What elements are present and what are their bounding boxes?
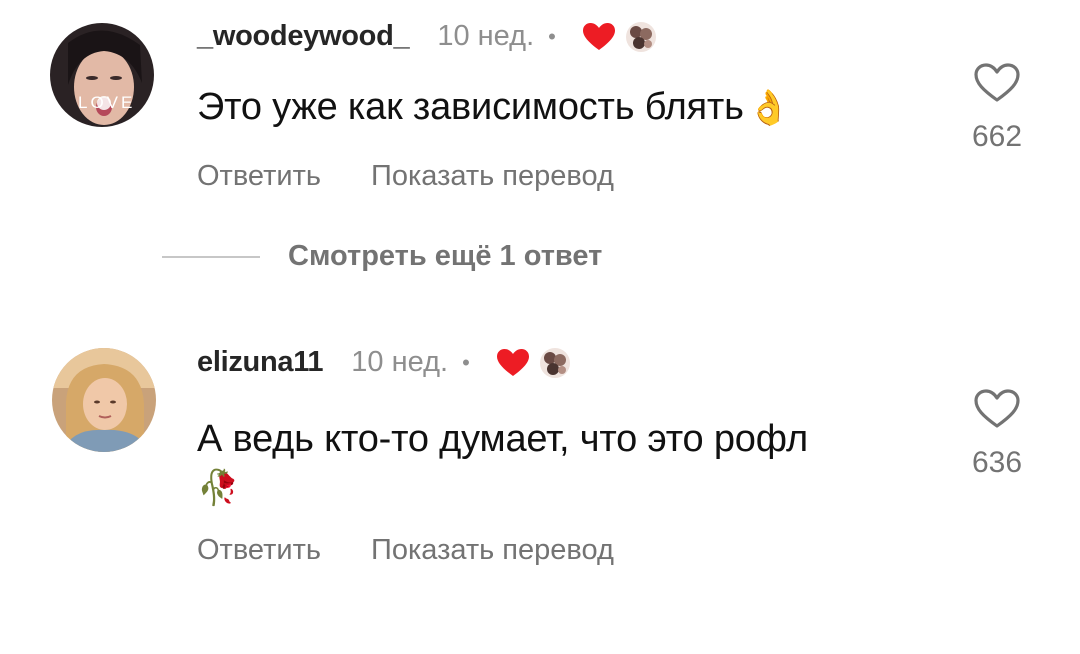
avatar[interactable]: LOVE [50, 23, 154, 127]
view-more-replies-label[interactable]: Смотреть ещё 1 ответ [288, 240, 602, 273]
like-column: 636 [952, 388, 1042, 480]
author-mini-avatar [539, 347, 570, 378]
timestamp: 10 нед. [437, 20, 535, 52]
like-heart-icon[interactable] [952, 388, 1042, 430]
view-more-replies[interactable]: Смотреть ещё 1 ответ [162, 240, 602, 273]
comment-body: Это уже как зависимость блять [197, 86, 744, 128]
comment-meta: elizuna11 10 нед. • [197, 346, 570, 379]
comment-body: А ведь кто-то думает, что это рофл [197, 418, 808, 460]
reply-button[interactable]: Ответить [197, 534, 321, 567]
avatar-image [52, 348, 156, 452]
comment-text: Это уже как зависимость блять 👌 [197, 86, 790, 129]
show-translation-button[interactable]: Показать перевод [371, 160, 614, 193]
comment-actions: Ответить Показать перевод [197, 160, 614, 193]
timestamp: 10 нед. [351, 346, 449, 378]
username[interactable]: elizuna11 [197, 346, 324, 379]
ok-hand-emoji: 👌 [747, 89, 790, 127]
like-count: 636 [971, 446, 1023, 479]
username[interactable]: _woodeywood_ [197, 20, 410, 53]
author-liked-heart-icon [496, 348, 530, 378]
reply-button[interactable]: Ответить [197, 160, 321, 193]
avatar-overlay-text: LOVE [78, 93, 136, 112]
separator-dot: • [462, 349, 470, 375]
separator-dot: • [548, 23, 556, 49]
comment-meta: _woodeywood_ 10 нед. • [197, 20, 656, 53]
like-column: 662 [952, 62, 1042, 154]
avatar[interactable] [52, 348, 156, 452]
like-count: 662 [971, 120, 1023, 153]
show-translation-button[interactable]: Показать перевод [371, 534, 614, 567]
author-liked-heart-icon [582, 22, 616, 52]
wilted-rose-emoji: 🥀 [197, 469, 240, 507]
replies-divider-line [162, 255, 260, 258]
comment-item: LOVE _woodeywood_ 10 нед. • Это уже как … [0, 0, 1080, 230]
comment-actions: Ответить Показать перевод [197, 534, 614, 567]
like-heart-icon[interactable] [952, 62, 1042, 104]
comment-item: elizuna11 10 нед. • А ведь кто-то думает… [0, 330, 1080, 630]
comment-text: А ведь кто-то думает, что это рофл [197, 418, 808, 461]
author-mini-avatar [625, 21, 656, 52]
